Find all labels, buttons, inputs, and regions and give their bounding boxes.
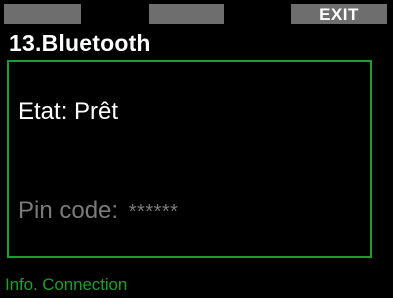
- exit-button[interactable]: EXIT: [291, 4, 387, 24]
- pin-code-label: Pin code:: [18, 197, 119, 224]
- status-label: Etat:: [18, 98, 68, 125]
- pin-code-value: ******: [128, 201, 179, 223]
- pin-code-row: Pin code: ******: [18, 197, 178, 225]
- page-title: 13.Bluetooth: [9, 30, 151, 56]
- softkey-left[interactable]: [4, 4, 81, 24]
- footer-hint: Info. Connection: [5, 275, 128, 294]
- softkey-middle[interactable]: [149, 4, 224, 24]
- status-row: Etat: Prêt: [18, 98, 118, 126]
- bluetooth-info-panel: Etat: Prêt Pin code: ******: [7, 60, 372, 258]
- status-value: Prêt: [74, 98, 119, 125]
